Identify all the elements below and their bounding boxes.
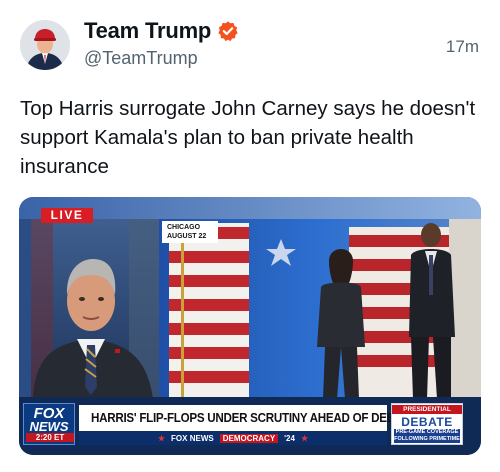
verified-badge-icon	[218, 21, 238, 42]
ticker-star-icon: ★	[157, 433, 166, 443]
author-name-row: Team Trump	[84, 18, 239, 44]
avatar-image	[20, 20, 70, 70]
debate-promo-line1: PRE-GAME COVERAGE	[395, 429, 459, 435]
headline-bar: HARRIS' FLIP-FLOPS UNDER SCRUTINY AHEAD …	[79, 405, 417, 431]
location-tag: CHICAGO AUGUST 22	[162, 221, 218, 243]
author-handle[interactable]: @TeamTrump	[84, 48, 198, 69]
news-chyron: FOX NEWS 2:20 ET HARRIS' FLIP-FLOPS UNDE…	[19, 399, 481, 455]
post-timestamp[interactable]: 17m	[446, 37, 479, 57]
debate-promo-bottom: PRE-GAME COVERAGE FOLLOWING PRIMETIME	[394, 429, 460, 443]
ticker-year: '24	[284, 433, 295, 443]
logo-news-text: NEWS	[29, 419, 69, 434]
ticker-tag: DEMOCRACY	[219, 433, 279, 443]
debate-promo-line2: FOLLOWING PRIMETIME	[394, 436, 460, 442]
ticker-brand: FOX NEWS	[171, 433, 214, 443]
author-avatar[interactable]	[20, 20, 70, 70]
chyron-headline: HARRIS' FLIP-FLOPS UNDER SCRUTINY AHEAD …	[91, 411, 417, 425]
live-badge: LIVE	[41, 208, 93, 223]
author-name[interactable]: Team Trump	[84, 18, 211, 44]
ticker-bar: ★ FOX NEWS DEMOCRACY '24 ★	[79, 431, 387, 445]
post-media-image[interactable]: LIVE CHICAGO AUGUST 22 FOX NEWS 2:20 ET …	[19, 197, 481, 455]
debate-promo: PRESIDENTIAL DEBATE PRE-GAME COVERAGE FO…	[391, 403, 463, 445]
post-text: Top Harris surrogate John Carney says he…	[20, 97, 476, 178]
debate-promo-title: DEBATE	[401, 415, 453, 429]
tweet-card: Team Trump @TeamTrump 17m Top Harris sur…	[0, 0, 500, 472]
fox-news-logo: FOX NEWS 2:20 ET	[23, 403, 75, 445]
location-city: CHICAGO	[167, 224, 201, 231]
debate-promo-top: PRESIDENTIAL	[392, 405, 462, 414]
location-date: AUGUST 22	[167, 233, 207, 240]
ticker-star-icon-right: ★	[300, 433, 309, 443]
broadcast-time: 2:20 ET	[26, 433, 74, 442]
